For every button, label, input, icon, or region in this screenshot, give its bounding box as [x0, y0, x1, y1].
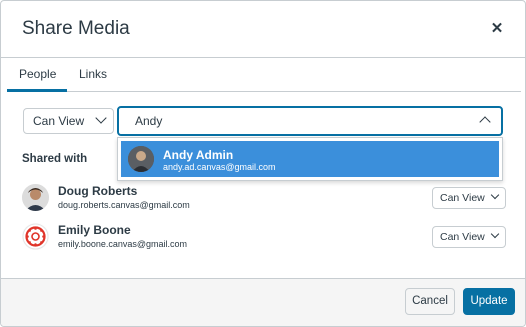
chevron-down-icon [95, 112, 107, 124]
suggestion-option[interactable]: Andy Admin andy.ad.canvas@gmail.com [121, 141, 499, 177]
permission-select-value: Can View [33, 114, 85, 128]
tab-links[interactable]: Links [67, 58, 119, 92]
user-search-field[interactable] [117, 106, 503, 136]
user-photo-icon [22, 184, 49, 211]
suggestion-name: Andy Admin [163, 148, 234, 162]
shared-person-row: Doug Roberts doug.roberts.canvas@gmail.c… [22, 182, 506, 216]
dialog-title: Share Media [22, 18, 130, 39]
chevron-down-icon [490, 229, 500, 239]
shared-with-heading: Shared with [22, 153, 88, 165]
person-name: Doug Roberts [58, 184, 138, 198]
close-button[interactable]: ✕ [487, 19, 507, 39]
avatar [128, 146, 154, 172]
suggestion-email: andy.ad.canvas@gmail.com [163, 162, 276, 172]
canvas-logo-icon [22, 223, 49, 250]
update-button[interactable]: Update [463, 288, 515, 315]
avatar [22, 184, 49, 211]
person-permission-select[interactable]: Can View [432, 226, 506, 248]
dialog-footer: Cancel Update [1, 278, 525, 326]
suggestion-dropdown: Andy Admin andy.ad.canvas@gmail.com [117, 137, 503, 181]
person-permission-select[interactable]: Can View [432, 187, 506, 209]
share-media-dialog: Share Media ✕ People Links Can View Andy [0, 0, 526, 327]
person-email: emily.boone.canvas@gmail.com [58, 239, 188, 249]
tab-people[interactable]: People [7, 58, 67, 92]
user-search-input[interactable] [119, 108, 459, 134]
person-name: Emily Boone [58, 223, 131, 237]
shared-person-row: Emily Boone emily.boone.canvas@gmail.com… [22, 221, 506, 255]
cancel-button[interactable]: Cancel [405, 288, 455, 315]
dialog-header: Share Media ✕ [1, 1, 525, 58]
close-icon: ✕ [490, 20, 504, 37]
avatar [22, 223, 49, 250]
permission-select-value: Can View [440, 231, 485, 243]
chevron-down-icon [490, 190, 500, 200]
person-email: doug.roberts.canvas@gmail.com [58, 200, 190, 210]
permission-select-value: Can View [440, 192, 485, 204]
chevron-up-icon [479, 116, 491, 128]
tab-bar: People Links [7, 58, 521, 92]
user-photo-icon [128, 146, 154, 172]
search-toggle-button[interactable] [475, 108, 497, 134]
permission-select[interactable]: Can View [23, 108, 114, 134]
